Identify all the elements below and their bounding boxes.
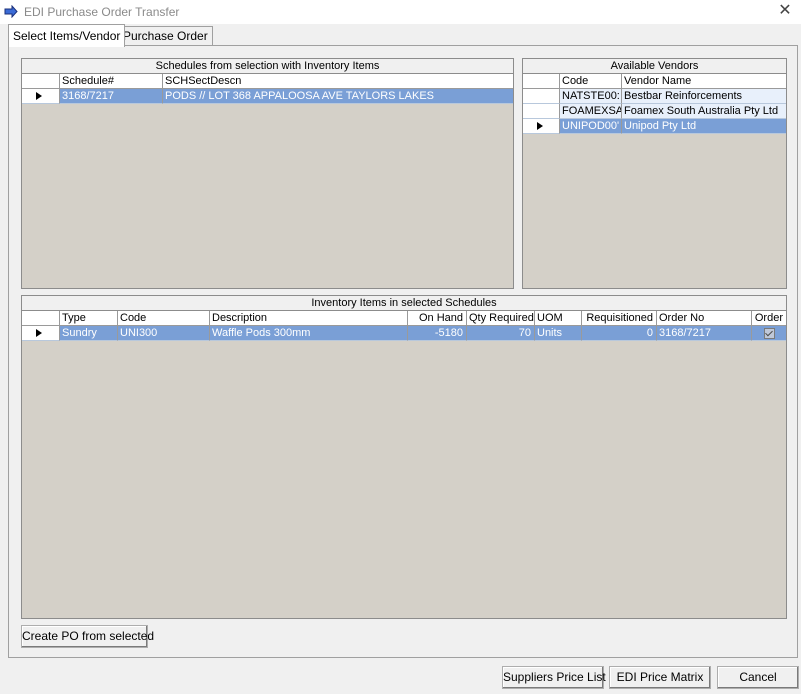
table-row[interactable]: NATSTE00: Bestbar Reinforcements — [523, 89, 786, 104]
column-header-type[interactable]: Type — [60, 311, 118, 326]
cell-on-hand[interactable]: -5180 — [408, 326, 467, 341]
row-indicator-header — [523, 74, 560, 89]
vendors-grid-title: Available Vendors — [523, 59, 786, 74]
schedules-header-row: Schedule# SCHSectDescn — [22, 74, 513, 89]
column-header-schedule[interactable]: Schedule# — [60, 74, 163, 89]
create-po-button[interactable]: Create PO from selected — [21, 625, 154, 648]
inventory-grid[interactable]: Inventory Items in selected Schedules Ty… — [21, 295, 787, 619]
column-header-requisitioned[interactable]: Requisitioned — [582, 311, 657, 326]
inventory-header-row: Type Code Description On Hand Qty Requir… — [22, 311, 786, 326]
column-header-code[interactable]: Code — [560, 74, 622, 89]
row-indicator — [523, 104, 560, 119]
table-row[interactable]: 3168/7217 PODS // LOT 368 APPALOOSA AVE … — [22, 89, 513, 104]
column-header-description[interactable]: Description — [210, 311, 408, 326]
column-header-schsectdescn[interactable]: SCHSectDescn — [163, 74, 513, 89]
cell-schsectdescn[interactable]: PODS // LOT 368 APPALOOSA AVE TAYLORS LA… — [163, 89, 513, 104]
row-pointer-icon — [36, 329, 42, 337]
inventory-grid-title: Inventory Items in selected Schedules — [22, 296, 786, 311]
tab-select-items-vendor[interactable]: Select Items/Vendor — [8, 24, 126, 47]
cell-schedule[interactable]: 3168/7217 — [60, 89, 163, 104]
column-header-code[interactable]: Code — [118, 311, 210, 326]
window-title: EDI Purchase Order Transfer — [24, 5, 180, 19]
order-checkbox[interactable] — [763, 328, 775, 339]
cell-description[interactable]: Waffle Pods 300mm — [210, 326, 408, 341]
cell-vendor-name[interactable]: Unipod Pty Ltd — [622, 119, 786, 134]
row-indicator-header — [22, 74, 60, 89]
column-header-order[interactable]: Order — [752, 311, 786, 326]
row-indicator-header — [22, 311, 60, 326]
cell-uom[interactable]: Units — [535, 326, 582, 341]
vendors-grid[interactable]: Available Vendors Code Vendor Name NATST… — [522, 58, 787, 289]
cell-requisitioned[interactable]: 0 — [582, 326, 657, 341]
vendors-header-row: Code Vendor Name — [523, 74, 786, 89]
row-pointer-icon — [537, 122, 543, 130]
table-row[interactable]: Sundry UNI300 Waffle Pods 300mm -5180 70… — [22, 326, 786, 341]
edi-price-matrix-button[interactable]: EDI Price Matrix — [609, 666, 711, 689]
cell-vendor-code[interactable]: UNIPOD00' — [560, 119, 622, 134]
transfer-arrow-icon — [4, 5, 18, 18]
table-row[interactable]: UNIPOD00' Unipod Pty Ltd — [523, 119, 786, 134]
cell-qty-required[interactable]: 70 — [467, 326, 535, 341]
row-indicator — [523, 89, 560, 104]
table-row[interactable]: FOAMEXSA Foamex South Australia Pty Ltd — [523, 104, 786, 119]
tab-purchase-order[interactable]: Purchase Order — [118, 26, 213, 46]
column-header-qty-required[interactable]: Qty Required — [467, 311, 535, 326]
close-icon[interactable]: ✕ — [776, 3, 794, 19]
row-indicator — [22, 326, 60, 341]
column-header-order-no[interactable]: Order No — [657, 311, 752, 326]
cell-type[interactable]: Sundry — [60, 326, 118, 341]
cell-order[interactable] — [752, 326, 786, 341]
row-indicator — [523, 119, 560, 134]
cell-vendor-code[interactable]: FOAMEXSA — [560, 104, 622, 119]
schedules-grid[interactable]: Schedules from selection with Inventory … — [21, 58, 514, 289]
column-header-on-hand[interactable]: On Hand — [408, 311, 467, 326]
row-pointer-icon — [36, 92, 42, 100]
cell-vendor-name[interactable]: Foamex South Australia Pty Ltd — [622, 104, 786, 119]
cancel-button[interactable]: Cancel — [717, 666, 799, 689]
cell-code[interactable]: UNI300 — [118, 326, 210, 341]
cell-vendor-name[interactable]: Bestbar Reinforcements — [622, 89, 786, 104]
title-bar: EDI Purchase Order Transfer ✕ — [0, 0, 801, 24]
cell-vendor-code[interactable]: NATSTE00: — [560, 89, 622, 104]
suppliers-price-list-button[interactable]: Suppliers Price List — [502, 666, 606, 689]
column-header-vendor-name[interactable]: Vendor Name — [622, 74, 786, 89]
row-indicator — [22, 89, 60, 104]
column-header-uom[interactable]: UOM — [535, 311, 582, 326]
cell-order-no[interactable]: 3168/7217 — [657, 326, 752, 341]
schedules-grid-title: Schedules from selection with Inventory … — [22, 59, 513, 74]
